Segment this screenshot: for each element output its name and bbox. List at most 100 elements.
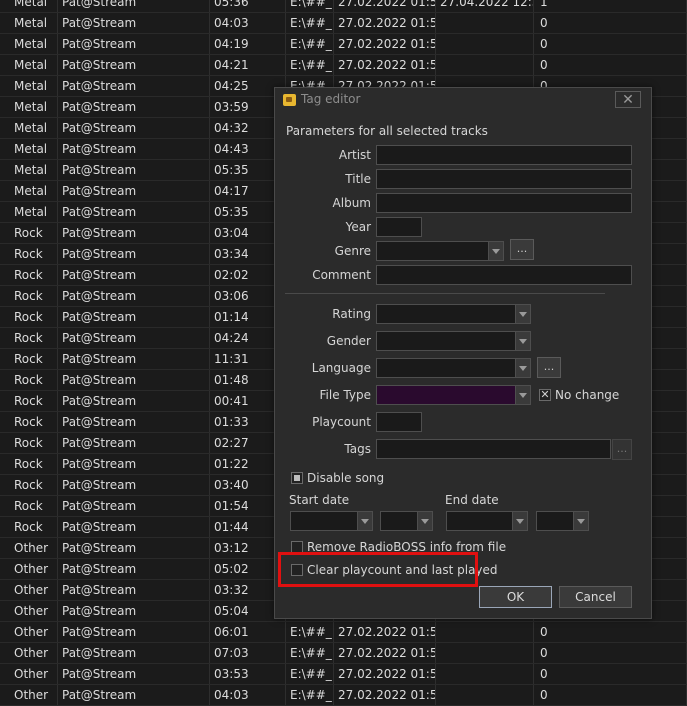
table-cell: Pat@Stream [58, 328, 210, 348]
rating-select[interactable] [376, 304, 531, 324]
playcount-label: Playcount [312, 415, 371, 429]
table-row[interactable]: OtherPat@Stream07:03E:\##_...27.02.2022 … [0, 643, 687, 664]
table-cell: Pat@Stream [58, 454, 210, 474]
table-cell: 27.02.2022 01:57... [334, 622, 436, 642]
table-cell: 27.02.2022 01:57... [334, 685, 436, 705]
table-cell: Metal [10, 202, 58, 222]
language-select[interactable] [376, 358, 531, 378]
genre-select[interactable] [376, 241, 504, 261]
album-input[interactable] [376, 193, 632, 213]
table-cell: Pat@Stream [58, 0, 210, 12]
table-cell: Other [10, 559, 58, 579]
table-cell: Rock [10, 370, 58, 390]
comment-label: Comment [312, 268, 371, 282]
table-cell: Rock [10, 286, 58, 306]
disable-song-checkbox[interactable] [291, 472, 303, 484]
table-cell: 27.04.2022 12:35... [436, 0, 534, 12]
title-input[interactable] [376, 169, 632, 189]
tags-input[interactable] [376, 439, 611, 459]
table-cell: Metal [10, 0, 58, 12]
table-row[interactable]: MetalPat@Stream04:03E:\##_...27.02.2022 … [0, 13, 687, 34]
table-cell: Pat@Stream [58, 34, 210, 54]
year-input[interactable] [376, 217, 422, 237]
table-cell: Rock [10, 454, 58, 474]
table-cell: Pat@Stream [58, 685, 210, 705]
table-cell: Metal [10, 181, 58, 201]
table-cell: Pat@Stream [58, 181, 210, 201]
table-cell: Metal [10, 160, 58, 180]
tags-browse-button[interactable]: ... [612, 439, 632, 460]
chevron-down-icon [512, 512, 527, 530]
table-cell: 27.02.2022 01:57... [334, 664, 436, 684]
section-label: Parameters for all selected tracks [286, 124, 488, 138]
table-cell: Pat@Stream [58, 391, 210, 411]
rating-label: Rating [332, 307, 371, 321]
table-cell: Other [10, 580, 58, 600]
table-cell: 04:21 [210, 55, 286, 75]
table-cell: Pat@Stream [58, 349, 210, 369]
table-cell: Pat@Stream [58, 538, 210, 558]
table-row[interactable]: OtherPat@Stream04:03E:\##_...27.02.2022 … [0, 685, 687, 706]
language-label: Language [311, 361, 371, 375]
table-cell: 0 [534, 34, 687, 54]
start-date-picker[interactable] [290, 511, 373, 531]
table-row[interactable]: OtherPat@Stream03:53E:\##_...27.02.2022 … [0, 664, 687, 685]
table-cell: Metal [10, 13, 58, 33]
table-row[interactable]: MetalPat@Stream05:36E:\##_...27.02.2022 … [0, 0, 687, 13]
table-cell: Rock [10, 223, 58, 243]
table-cell: Rock [10, 244, 58, 264]
table-cell: Pat@Stream [58, 517, 210, 537]
language-browse-button[interactable]: ... [537, 357, 561, 378]
end-time-picker[interactable] [536, 511, 589, 531]
no-change-checkbox[interactable]: ✕ [539, 389, 551, 401]
table-row[interactable]: OtherPat@Stream06:01E:\##_...27.02.2022 … [0, 622, 687, 643]
table-cell: 0 [534, 622, 687, 642]
table-cell: 07:03 [210, 643, 286, 663]
chevron-down-icon [515, 386, 530, 404]
table-cell: Pat@Stream [58, 13, 210, 33]
table-cell: 0 [534, 685, 687, 705]
dialog-titlebar[interactable]: Tag editor ✕ [275, 88, 651, 112]
table-cell: Other [10, 643, 58, 663]
playcount-input[interactable] [376, 412, 422, 432]
table-cell: Rock [10, 307, 58, 327]
start-time-picker[interactable] [380, 511, 433, 531]
gender-select[interactable] [376, 331, 531, 351]
table-cell: E:\##_... [286, 13, 334, 33]
genre-browse-button[interactable]: ... [510, 239, 534, 260]
table-cell: Metal [10, 139, 58, 159]
comment-input[interactable] [376, 265, 632, 285]
ok-button[interactable]: OK [479, 586, 552, 608]
table-cell: Rock [10, 517, 58, 537]
table-cell: Pat@Stream [58, 244, 210, 264]
filetype-select[interactable] [376, 385, 531, 405]
table-cell [436, 13, 534, 33]
close-button[interactable]: ✕ [615, 91, 641, 108]
table-cell [436, 664, 534, 684]
divider [285, 293, 605, 294]
table-cell: Pat@Stream [58, 97, 210, 117]
table-cell: Pat@Stream [58, 496, 210, 516]
table-cell: Pat@Stream [58, 160, 210, 180]
table-cell: Metal [10, 97, 58, 117]
table-cell: Pat@Stream [58, 664, 210, 684]
table-cell: E:\##_... [286, 664, 334, 684]
table-cell: Rock [10, 391, 58, 411]
table-cell: Rock [10, 475, 58, 495]
table-row[interactable]: MetalPat@Stream04:19E:\##_...27.02.2022 … [0, 34, 687, 55]
table-cell: Rock [10, 349, 58, 369]
table-cell: 04:03 [210, 685, 286, 705]
table-cell: Rock [10, 496, 58, 516]
end-date-picker[interactable] [446, 511, 528, 531]
cancel-button[interactable]: Cancel [559, 586, 632, 608]
table-cell: E:\##_... [286, 55, 334, 75]
tag-editor-dialog: Tag editor ✕ Parameters for all selected… [274, 87, 652, 619]
table-cell: Rock [10, 412, 58, 432]
table-cell [436, 34, 534, 54]
table-row[interactable]: MetalPat@Stream04:21E:\##_...27.02.2022 … [0, 55, 687, 76]
artist-label: Artist [338, 148, 371, 162]
end-date-label: End date [445, 493, 499, 507]
artist-input[interactable] [376, 145, 632, 165]
chevron-down-icon [515, 305, 530, 323]
table-cell: E:\##_... [286, 0, 334, 12]
